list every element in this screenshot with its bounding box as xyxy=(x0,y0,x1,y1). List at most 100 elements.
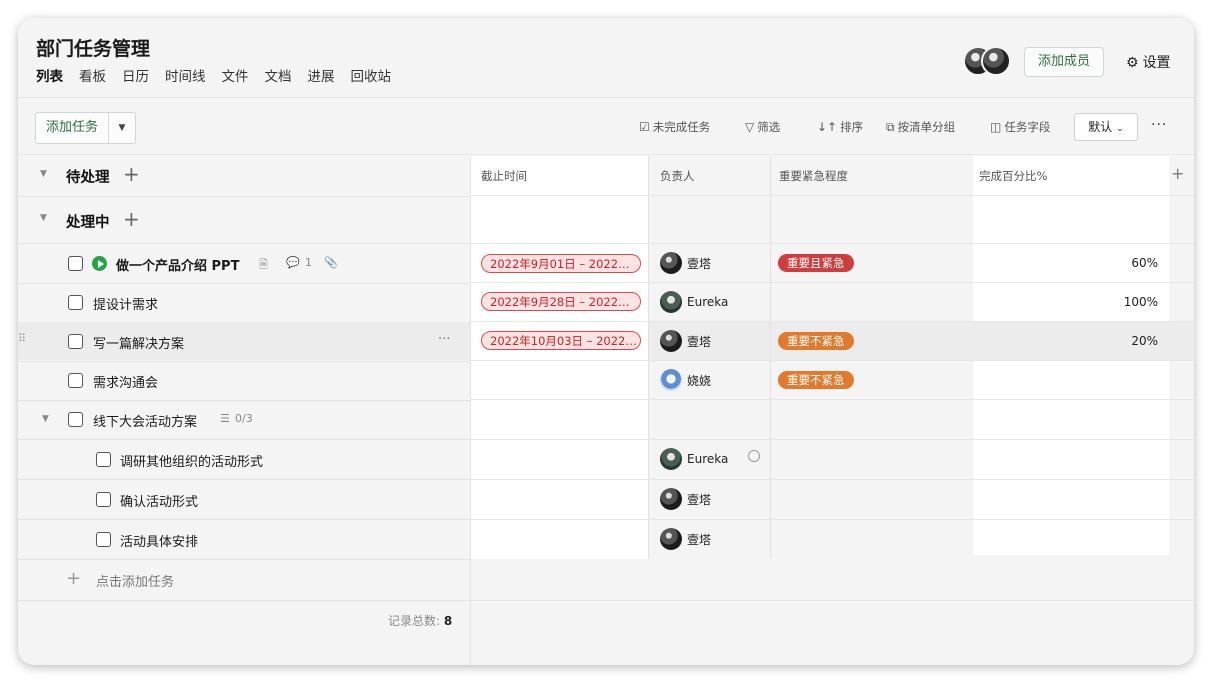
progress-value[interactable]: 20% xyxy=(973,334,1158,348)
assignee[interactable]: 壹塔 xyxy=(660,487,711,511)
priority-badge[interactable]: 重要不紧急 xyxy=(778,332,854,350)
row-divider xyxy=(470,360,1194,361)
table-row[interactable]: ▼ 线下大会活动方案 ☰ 0/3 xyxy=(18,400,470,440)
task-checkbox[interactable] xyxy=(68,295,83,310)
tab-recycle-bin[interactable]: 回收站 xyxy=(351,65,392,85)
filter-label: 筛选 xyxy=(757,120,781,134)
task-fields-button[interactable]: ◫ 任务字段 xyxy=(990,119,1050,135)
add-plus-icon[interactable]: + xyxy=(123,207,140,231)
column-header-priority[interactable]: 重要紧急程度 xyxy=(779,168,848,184)
sort-button[interactable]: ↓↑ 排序 xyxy=(817,119,863,135)
column-header-deadline[interactable]: 截止时间 xyxy=(481,168,527,184)
tab-list[interactable]: 列表 xyxy=(36,65,63,85)
tab-timeline[interactable]: 时间线 xyxy=(165,65,206,85)
settings-button[interactable]: ⚙ 设置 xyxy=(1126,52,1171,72)
priority-badge[interactable]: 重要不紧急 xyxy=(778,371,854,389)
task-checkbox[interactable] xyxy=(96,452,111,467)
table-row[interactable]: 做一个产品介绍 PPT 🗎 💬 1 📎 xyxy=(18,244,470,284)
avatar xyxy=(660,291,682,313)
table-row[interactable]: 提设计需求 xyxy=(18,283,470,323)
assignee[interactable]: 娆娆 xyxy=(660,368,711,392)
task-checkbox[interactable] xyxy=(96,492,111,507)
tab-board[interactable]: 看板 xyxy=(79,65,106,85)
task-title[interactable]: 活动具体安排 xyxy=(120,531,198,550)
assignee-name: 壹塔 xyxy=(687,334,712,349)
tab-files[interactable]: 文件 xyxy=(222,65,249,85)
column-header-progress[interactable]: 完成百分比% xyxy=(979,168,1047,184)
row-divider xyxy=(470,519,1194,520)
row-divider xyxy=(470,600,1194,601)
task-title[interactable]: 线下大会活动方案 xyxy=(93,411,197,430)
incomplete-label: 未完成任务 xyxy=(652,120,711,134)
add-task-button[interactable]: 添加任务 xyxy=(36,113,110,143)
play-icon[interactable] xyxy=(92,256,107,271)
default-view-select[interactable]: 默认 ⌄ xyxy=(1074,113,1138,141)
chevron-down-icon[interactable]: ▼ xyxy=(42,414,49,424)
row-more-icon[interactable]: ··· xyxy=(438,332,450,347)
assignee[interactable]: 壹塔 xyxy=(660,527,711,551)
deadline-pill[interactable]: 2022年9月28日 – 2022… xyxy=(481,292,641,311)
circle-icon[interactable] xyxy=(748,450,760,462)
subtask-count: 0/3 xyxy=(235,412,253,425)
project-header: 部门任务管理 列表 看板 日历 时间线 文件 文档 进展 回收站 添加成员 ⚙ 设… xyxy=(18,18,1194,98)
priority-badge[interactable]: 重要且紧急 xyxy=(778,254,854,272)
group-by-list-button[interactable]: ⧉ 按清单分组 xyxy=(886,119,955,135)
assignee-name: 娆娆 xyxy=(687,373,712,388)
chevron-down-icon[interactable]: ▼ xyxy=(40,169,47,179)
group-row-pending: ▼ 待处理 + xyxy=(18,156,470,197)
avatar xyxy=(660,528,682,550)
deadline-pill[interactable]: 2022年10月03日 – 2022… xyxy=(481,331,641,350)
task-title[interactable]: 提设计需求 xyxy=(93,294,158,313)
progress-value[interactable]: 60% xyxy=(973,256,1158,270)
group-name: 待处理 xyxy=(66,170,110,186)
row-divider xyxy=(470,439,1194,440)
avatar xyxy=(660,330,682,352)
table-row[interactable]: 调研其他组织的活动形式 xyxy=(18,440,470,480)
group-icon: ⧉ xyxy=(886,120,895,134)
task-title[interactable]: 确认活动形式 xyxy=(120,491,198,510)
assignee[interactable]: 壹塔 xyxy=(660,251,711,275)
table-row[interactable]: 写一篇解决方案 ··· xyxy=(18,322,470,362)
task-checkbox[interactable] xyxy=(68,373,83,388)
add-column-plus-icon[interactable]: + xyxy=(1171,164,1184,183)
gear-icon: ⚙ xyxy=(1126,55,1139,71)
task-checkbox[interactable] xyxy=(68,256,83,271)
task-checkbox[interactable] xyxy=(68,334,83,349)
deadline-pill[interactable]: 2022年9月01日 – 2022… xyxy=(481,254,641,273)
add-plus-icon[interactable]: + xyxy=(66,568,81,589)
column-header-assignee[interactable]: 负责人 xyxy=(660,168,695,184)
assignee[interactable]: Eureka xyxy=(660,447,728,471)
total-value: 8 xyxy=(443,614,453,628)
avatar xyxy=(660,369,682,391)
row-divider xyxy=(470,479,1194,480)
table-row[interactable]: 活动具体安排 xyxy=(18,520,470,560)
checkbox-icon: ☑ xyxy=(639,120,650,134)
task-title[interactable]: 需求沟通会 xyxy=(93,372,158,391)
filter-button[interactable]: ▽ 筛选 xyxy=(745,119,780,135)
tab-docs[interactable]: 文档 xyxy=(265,65,292,85)
more-options-button[interactable]: ··· xyxy=(1151,117,1167,133)
add-task-row[interactable]: + 点击添加任务 xyxy=(18,560,470,601)
task-checkbox[interactable] xyxy=(96,532,111,547)
task-title[interactable]: 写一篇解决方案 xyxy=(93,333,184,352)
assignee[interactable]: Eureka xyxy=(660,290,728,314)
table-row[interactable]: 确认活动形式 xyxy=(18,480,470,520)
table-row[interactable]: 需求沟通会 xyxy=(18,361,470,401)
row-divider xyxy=(470,399,1194,400)
progress-value[interactable]: 100% xyxy=(973,295,1158,309)
chevron-down-icon[interactable]: ▼ xyxy=(40,213,47,223)
caret-down-icon[interactable]: ▼ xyxy=(109,113,135,143)
add-plus-icon[interactable]: + xyxy=(123,162,140,186)
column-divider xyxy=(770,322,771,360)
task-title[interactable]: 调研其他组织的活动形式 xyxy=(120,451,263,470)
member-avatars[interactable] xyxy=(963,46,1015,76)
tab-calendar[interactable]: 日历 xyxy=(122,65,149,85)
task-checkbox[interactable] xyxy=(68,412,83,427)
incomplete-tasks-toggle[interactable]: ☑ 未完成任务 xyxy=(639,119,710,135)
add-member-button[interactable]: 添加成员 xyxy=(1024,47,1104,77)
tab-progress[interactable]: 进展 xyxy=(308,65,335,85)
assignee[interactable]: 壹塔 xyxy=(660,329,711,353)
add-task-link[interactable]: 点击添加任务 xyxy=(96,571,174,590)
task-title[interactable]: 做一个产品介绍 PPT xyxy=(116,255,239,274)
page-title: 部门任务管理 xyxy=(36,38,151,60)
